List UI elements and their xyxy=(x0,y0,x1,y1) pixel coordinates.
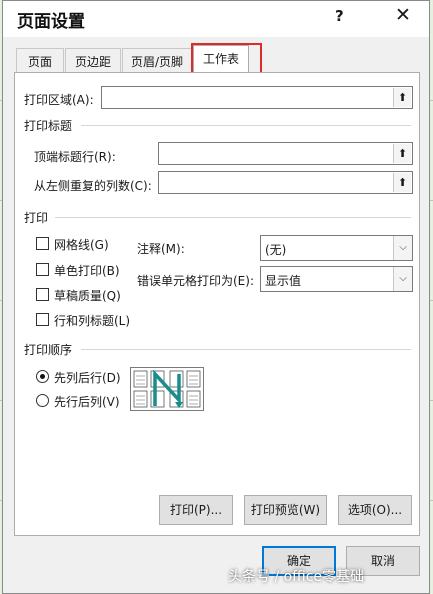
divider xyxy=(81,349,411,350)
print-area-label: 打印区域(A): xyxy=(24,93,94,107)
print-order-section: 打印顺序 xyxy=(24,343,73,357)
close-button[interactable]: ✕ xyxy=(395,4,411,26)
black-white-label: 单色打印(B) xyxy=(54,264,120,278)
page-setup-dialog: 页面设置 ? ✕ 页面 页边距 页眉/页脚 工作表 打印区域(A): ⬆ 打印标… xyxy=(2,0,430,594)
watermark-text: 头条号 / office零基础 xyxy=(228,569,365,585)
errors-select[interactable]: 显示值 ⌵ xyxy=(260,266,413,292)
print-order-preview xyxy=(130,367,204,411)
page-order-icon xyxy=(133,369,201,408)
print-titles-section: 打印标题 xyxy=(24,119,73,133)
divider xyxy=(55,217,411,218)
divider xyxy=(81,125,411,126)
dialog-title: 页面设置 xyxy=(17,12,85,32)
print-button[interactable]: 打印(P)... xyxy=(159,495,233,525)
print-area-input[interactable]: ⬆ xyxy=(101,86,413,109)
rows-repeat-label: 顶端标题行(R): xyxy=(34,150,116,164)
comments-select[interactable]: (无) ⌵ xyxy=(260,235,413,261)
errors-value: 显示值 xyxy=(265,274,302,288)
range-picker-icon[interactable]: ⬆ xyxy=(393,173,411,192)
order-down-then-over-radio[interactable] xyxy=(36,370,49,383)
print-section: 打印 xyxy=(24,211,49,225)
sheet-tab-panel: 打印区域(A): ⬆ 打印标题 顶端标题行(R): ⬆ 从左侧重复的列数(C):… xyxy=(14,72,420,536)
options-button[interactable]: 选项(O)... xyxy=(338,495,412,525)
order-over-then-down-radio[interactable] xyxy=(36,394,49,407)
cols-repeat-input[interactable]: ⬆ xyxy=(158,171,413,194)
rows-repeat-input[interactable]: ⬆ xyxy=(158,142,413,165)
draft-quality-label: 草稿质量(Q) xyxy=(54,289,121,303)
print-preview-button[interactable]: 打印预览(W) xyxy=(244,495,327,525)
help-button[interactable]: ? xyxy=(335,7,344,25)
gridlines-label: 网格线(G) xyxy=(54,238,109,252)
chevron-down-icon[interactable]: ⌵ xyxy=(393,267,412,291)
errors-label: 错误单元格打印为(E): xyxy=(137,274,254,288)
comments-label: 注释(M): xyxy=(137,242,185,256)
range-picker-icon[interactable]: ⬆ xyxy=(393,144,411,163)
row-col-headings-label: 行和列标题(L) xyxy=(54,314,131,328)
chevron-down-icon[interactable]: ⌵ xyxy=(393,236,412,260)
title-bar: 页面设置 ? ✕ xyxy=(3,1,429,37)
row-col-headings-checkbox[interactable] xyxy=(36,313,49,326)
tab-header-footer[interactable]: 页眉/页脚 xyxy=(122,48,192,72)
cols-repeat-label: 从左侧重复的列数(C): xyxy=(34,179,152,193)
gridlines-checkbox[interactable] xyxy=(36,237,49,250)
range-picker-icon[interactable]: ⬆ xyxy=(393,88,411,107)
order-down-then-over-label: 先列后行(D) xyxy=(54,371,121,385)
comments-value: (无) xyxy=(265,243,287,257)
order-over-then-down-label: 先行后列(V) xyxy=(54,395,120,409)
black-white-checkbox[interactable] xyxy=(36,263,49,276)
tab-page[interactable]: 页面 xyxy=(16,48,64,72)
draft-quality-checkbox[interactable] xyxy=(36,288,49,301)
tab-margins[interactable]: 页边距 xyxy=(65,48,121,72)
